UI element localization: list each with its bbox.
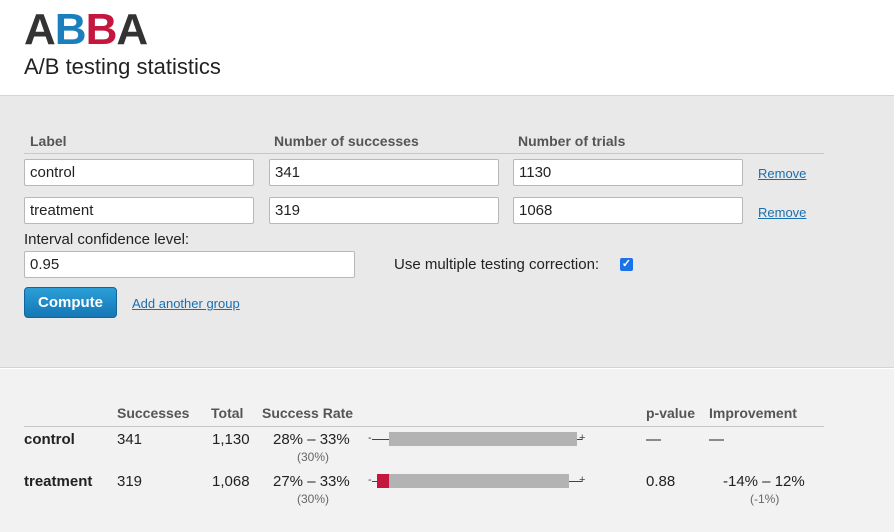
remove-group-link[interactable]: Remove — [758, 205, 806, 220]
result-pvalue: 0.88 — [646, 473, 676, 490]
confidence-level-input[interactable]: 0.95 — [24, 251, 355, 278]
successes-input[interactable]: 319 — [269, 197, 499, 224]
input-form: Label Number of successes Number of tria… — [0, 96, 894, 368]
group-label-input[interactable]: treatment — [24, 197, 254, 224]
result-rate-point: (30%) — [297, 450, 330, 464]
confidence-level-label: Interval confidence level: — [24, 231, 190, 248]
result-improvement: — — [709, 431, 724, 448]
group-label-input[interactable]: control — [24, 159, 254, 186]
results-header-divider — [24, 426, 824, 427]
app-header: ABBA A/B testing statistics — [0, 0, 894, 96]
trials-column-header: Number of trials — [518, 133, 626, 149]
logo-letter: B — [85, 5, 118, 54]
successes-column-header: Successes — [117, 405, 190, 421]
result-group-label: treatment — [24, 473, 93, 490]
pvalue-column-header: p-value — [646, 405, 696, 421]
trials-input[interactable]: 1130 — [513, 159, 743, 186]
result-group-label: control — [24, 431, 75, 448]
logo-letter: B — [54, 5, 87, 54]
logo-letter: A — [24, 5, 56, 54]
header-divider — [24, 153, 824, 154]
logo-letter: A — [116, 5, 148, 54]
confidence-interval-bar — [377, 474, 569, 488]
result-improvement: -14% – 12% — [723, 473, 805, 490]
interval-max-tick: + — [579, 432, 586, 444]
abba-logo: ABBA — [24, 5, 148, 54]
add-group-link[interactable]: Add another group — [132, 296, 240, 311]
interval-max-tick: + — [579, 474, 586, 486]
trials-input[interactable]: 1068 — [513, 197, 743, 224]
confidence-interval-bar — [389, 432, 577, 446]
result-successes: 319 — [117, 473, 143, 490]
result-rate-point: (30%) — [297, 492, 330, 506]
compute-button[interactable]: Compute — [24, 287, 117, 318]
results-table: Successes Total Success Rate p-value Imp… — [0, 369, 894, 532]
result-total: 1,130 — [212, 431, 250, 448]
label-column-header: Label — [30, 133, 67, 149]
result-rate-range: 28% – 33% — [273, 431, 350, 448]
interval-min-tick: - — [368, 432, 372, 444]
result-total: 1,068 — [212, 473, 250, 490]
successes-column-header: Number of successes — [274, 133, 419, 149]
multiple-testing-label: Use multiple testing correction: — [394, 256, 600, 273]
result-pvalue: — — [646, 431, 661, 448]
page-subtitle: A/B testing statistics — [24, 54, 221, 79]
result-improvement-point: (-1%) — [750, 492, 780, 506]
successes-input[interactable]: 341 — [269, 159, 499, 186]
result-rate-range: 27% – 33% — [273, 473, 350, 490]
success-rate-column-header: Success Rate — [262, 405, 354, 421]
result-successes: 341 — [117, 431, 143, 448]
remove-group-link[interactable]: Remove — [758, 166, 806, 181]
interval-min-tick: - — [368, 474, 372, 486]
improvement-column-header: Improvement — [709, 405, 797, 421]
multiple-testing-checkbox[interactable]: ✓ — [620, 258, 633, 271]
total-column-header: Total — [211, 405, 244, 421]
point-estimate-marker — [377, 474, 389, 488]
